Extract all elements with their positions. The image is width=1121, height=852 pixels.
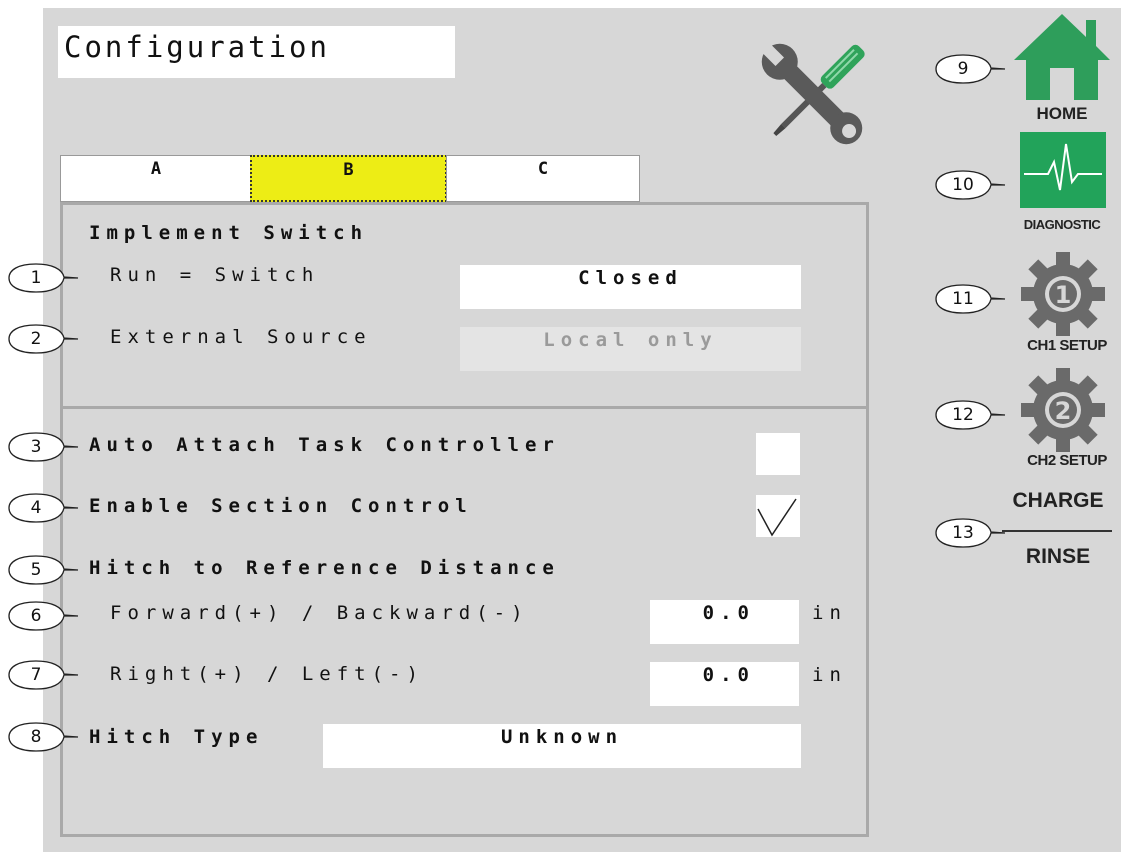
callout-number: 13 [952,523,974,543]
callout-8: 8 [8,722,80,752]
section-divider [60,406,869,409]
ch1-setup-label: CH1 SETUP [1027,337,1107,354]
callout-number: 3 [30,437,42,457]
auto-attach-label: Auto Attach Task Controller [89,434,560,456]
implement-switch-heading: Implement Switch [89,222,369,244]
callout-number: 9 [957,59,969,79]
forward-backward-field[interactable]: 0.0 [650,600,799,644]
callout-12: 12 [935,400,1007,430]
forward-unit: in [812,602,847,624]
ch2-setup-button[interactable]: 2 CH2 SETUP [1008,366,1118,476]
tab-b[interactable]: B [250,155,447,202]
home-button[interactable]: HOME [1012,10,1112,128]
callout-number: 2 [30,329,42,349]
charge-rinse-button[interactable]: CHARGE RINSE [1000,487,1116,579]
auto-attach-checkbox[interactable] [756,433,800,475]
right-left-unit: in [812,664,847,686]
callout-number: 12 [952,405,974,425]
run-switch-field[interactable]: Closed [460,265,801,309]
callout-6: 6 [8,601,80,631]
gear-2-number: 2 [1055,397,1072,425]
callout-1: 1 [8,263,80,293]
gear-2-icon: 2 [1021,368,1105,452]
callout-5: 5 [8,555,80,585]
ch2-setup-label: CH2 SETUP [1027,452,1107,469]
section-control-label: Enable Section Control [89,495,473,517]
tools-icon [759,41,865,145]
charge-label: CHARGE [1012,489,1104,512]
callout-11: 11 [935,284,1007,314]
gear-1-icon: 1 [1021,252,1105,336]
callout-3: 3 [8,432,80,462]
callout-7: 7 [8,660,80,690]
diagnostic-button[interactable]: DIAGNOSTIC [1005,132,1119,238]
callout-number: 6 [30,606,42,626]
rinse-label: RINSE [1025,545,1091,568]
right-left-field[interactable]: 0.0 [650,662,799,706]
tab-c-label: C [537,159,549,179]
callout-10: 10 [935,170,1007,200]
callout-number: 8 [30,727,42,747]
external-source-field: Local only [460,327,801,371]
callout-2: 2 [8,324,80,354]
callout-number: 11 [952,289,974,309]
ch1-setup-button[interactable]: 1 CH1 SETUP [1008,250,1118,360]
title-box: Configuration [58,26,455,78]
hitch-type-field[interactable]: Unknown [323,724,801,768]
tab-a-label: A [150,159,162,179]
callout-number: 4 [30,498,42,518]
hitch-distance-heading: Hitch to Reference Distance [89,557,560,579]
callout-number: 5 [30,560,42,580]
check-icon [757,498,797,537]
diagnostic-label: DIAGNOSTIC [1023,217,1101,232]
callout-9: 9 [935,54,1007,84]
hitch-type-label: Hitch Type [89,726,264,748]
gear-1-number: 1 [1055,281,1072,309]
home-icon [1014,14,1110,100]
tab-b-label: B [343,160,354,180]
home-label: HOME [1036,104,1088,123]
callout-4: 4 [8,493,80,523]
tab-c[interactable]: C [446,155,640,202]
tab-a[interactable]: A [60,155,252,202]
charge-rinse-divider [1002,530,1112,532]
callout-number: 7 [30,665,42,685]
external-source-label: External Source [110,326,372,348]
right-left-label: Right(+) / Left(-) [110,663,424,685]
callout-number: 10 [952,175,974,195]
section-control-checkbox[interactable] [756,495,800,537]
run-switch-label: Run = Switch [110,264,320,286]
page-title: Configuration [64,30,330,64]
diagnostic-icon [1020,132,1106,208]
callout-number: 1 [30,268,42,288]
callout-13: 13 [935,518,1007,548]
forward-backward-label: Forward(+) / Backward(-) [110,602,529,624]
